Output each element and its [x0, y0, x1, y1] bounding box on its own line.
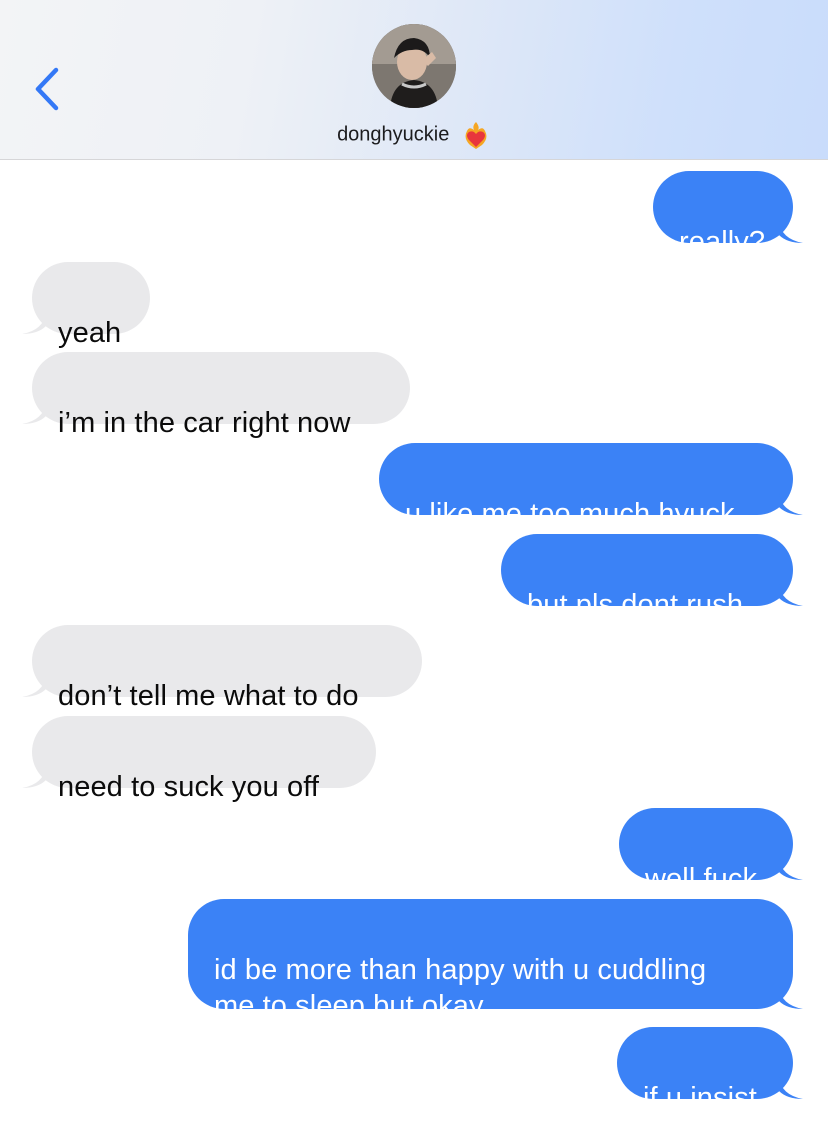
message-text: if u insist — [643, 1082, 757, 1114]
message-text: well fuck — [645, 863, 758, 895]
message-bubble-incoming[interactable]: don’t tell me what to do — [22, 625, 422, 712]
heart-on-fire-emoji-icon — [465, 122, 487, 149]
message-bubble-incoming[interactable]: yeah — [22, 262, 150, 349]
message-text: i’m in the car right now — [58, 407, 351, 439]
contact-avatar[interactable] — [372, 24, 456, 108]
message-bubble-outgoing[interactable]: well fuck — [619, 808, 803, 895]
message-bubble-incoming[interactable]: need to suck you off — [22, 716, 376, 803]
message-bubble-outgoing[interactable]: but pls dont rush — [501, 534, 803, 621]
message-bubble-outgoing[interactable]: really? — [653, 171, 803, 258]
message-text: u like me too much hyuck — [405, 498, 735, 530]
message-bubble-outgoing[interactable]: if u insist — [617, 1027, 803, 1114]
message-text: need to suck you off — [58, 771, 320, 803]
contact-name: donghyuckie — [337, 123, 450, 146]
message-text: id be more than happy with u cuddling me… — [214, 954, 707, 1022]
back-button[interactable] — [26, 62, 70, 116]
message-bubble-outgoing[interactable]: u like me too much hyuck — [379, 443, 803, 530]
message-text: don’t tell me what to do — [58, 680, 359, 712]
avatar-photo — [372, 24, 456, 108]
contact-name-button[interactable]: donghyuckie — [0, 120, 828, 150]
message-text: really? — [679, 226, 766, 258]
message-bubble-incoming[interactable]: i’m in the car right now — [22, 352, 410, 439]
message-text: yeah — [58, 317, 122, 349]
chevron-left-icon — [35, 67, 59, 111]
message-bubble-outgoing[interactable]: id be more than happy with u cuddling me… — [188, 899, 803, 1022]
message-thread: really? yeah i’m in the car right now u … — [0, 160, 828, 1141]
conversation-header: donghyuckie — [0, 0, 828, 160]
message-text: but pls dont rush — [527, 589, 744, 621]
